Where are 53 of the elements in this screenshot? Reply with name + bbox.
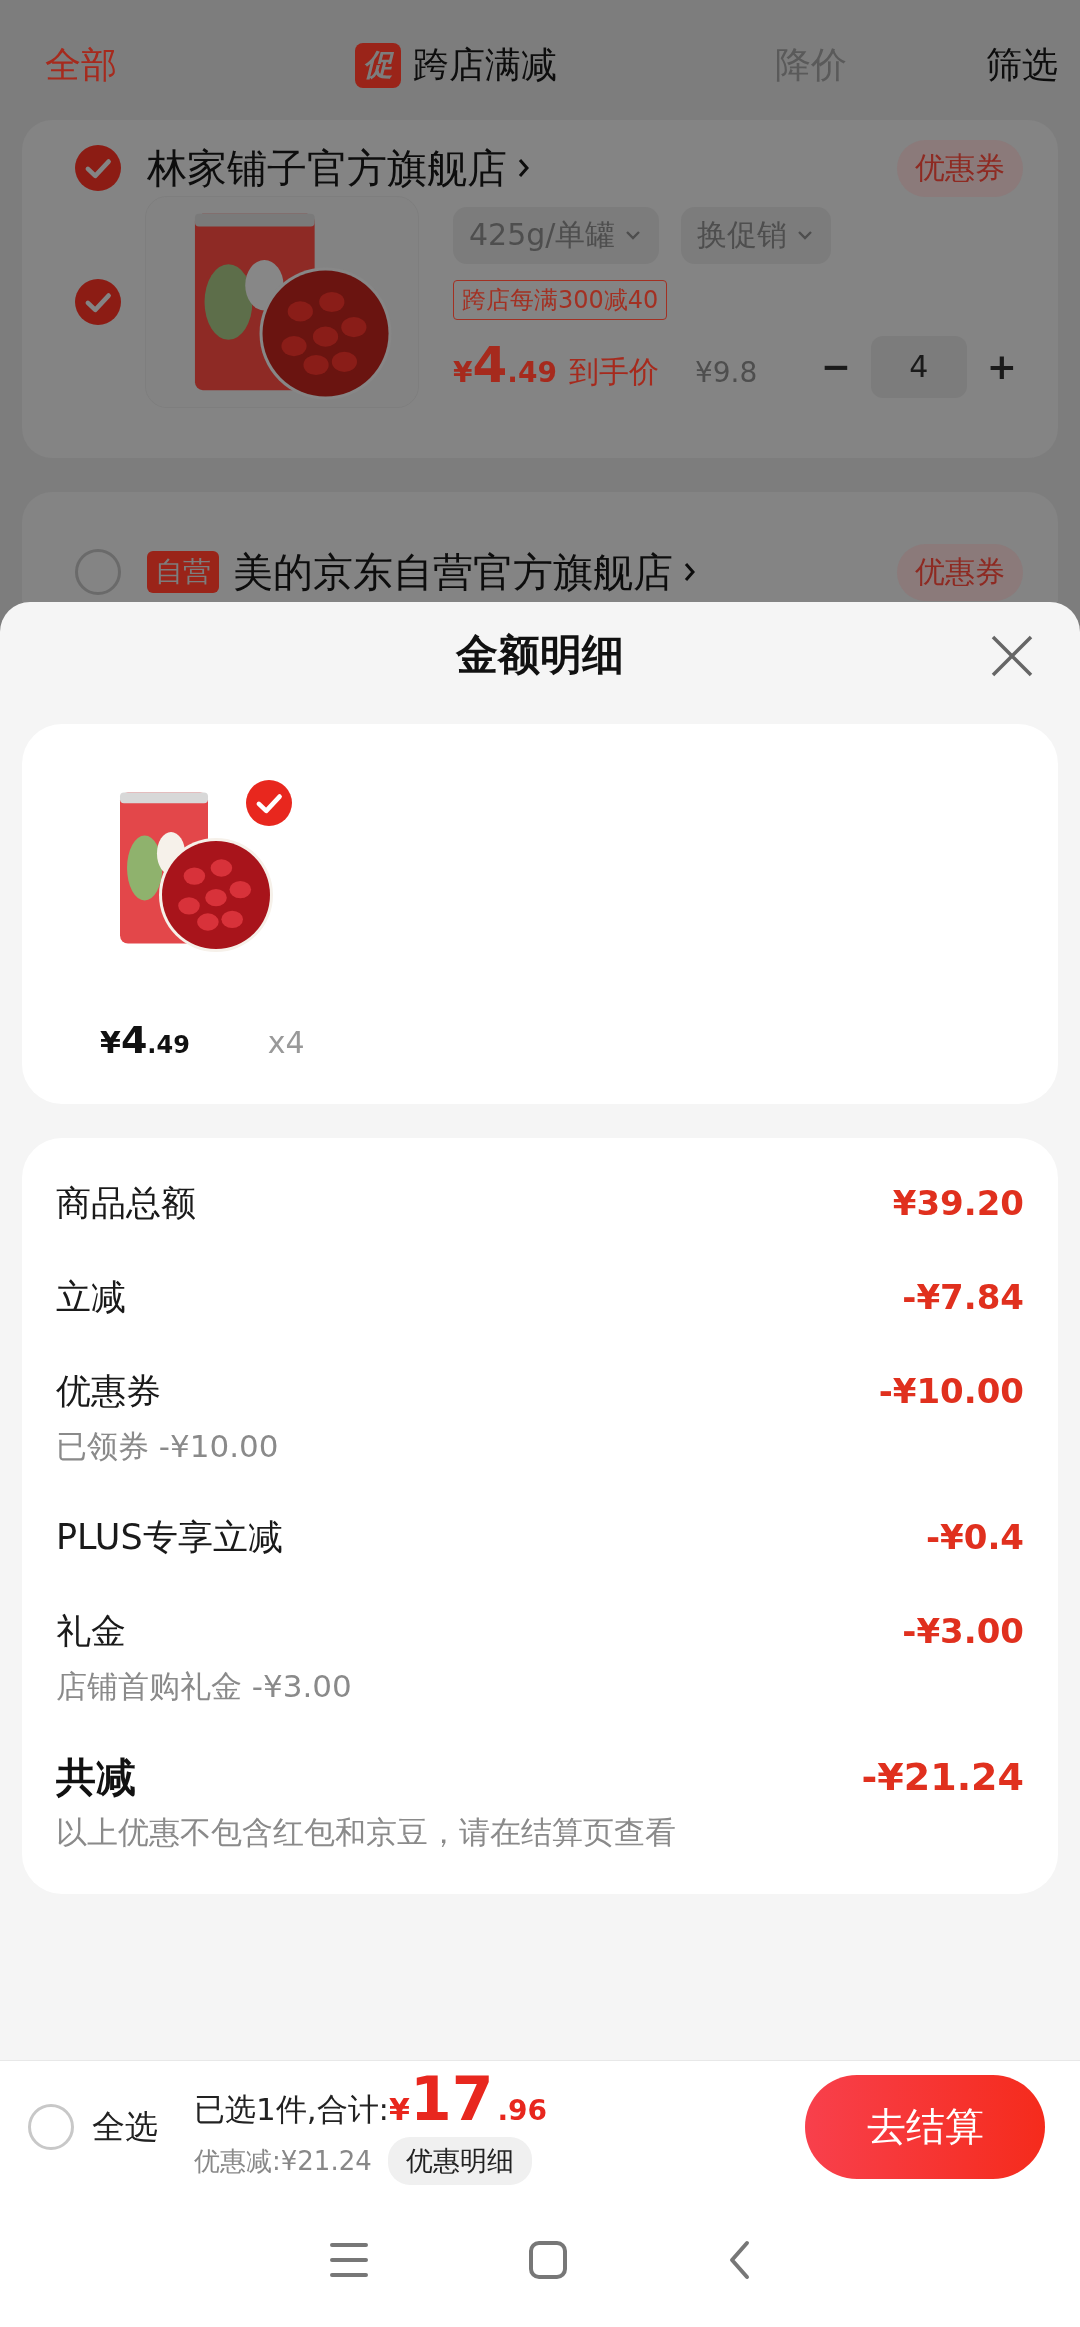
promo-badge: 促 [355, 42, 401, 88]
line-note: 店铺首购礼金 -¥3.00 [56, 1667, 353, 1706]
checkbox[interactable] [75, 279, 121, 325]
filter-button[interactable]: 筛选 [986, 40, 1058, 90]
checkbox[interactable] [75, 549, 121, 595]
line-amount: -¥0.4 [926, 1517, 1024, 1557]
line-label: PLUS专享立减 [56, 1515, 283, 1559]
price-decimal: .49 [147, 1031, 190, 1059]
line-label: 立减 [56, 1275, 126, 1319]
store-badge: 自营 [147, 551, 219, 593]
line-amount: ¥39.20 [892, 1183, 1024, 1223]
line-note: 已领券 -¥10.00 [56, 1427, 280, 1466]
minus-button[interactable]: − [814, 346, 857, 387]
chevron-icon [517, 157, 531, 179]
price: 4 [120, 1018, 148, 1062]
discount-text: 优惠减:¥21.24 [194, 2144, 372, 2178]
total-price: 17 [409, 2069, 494, 2129]
checkbox[interactable] [28, 2104, 74, 2150]
line-label: 商品总额 [56, 1181, 196, 1225]
line-label: 优惠券 [56, 1369, 161, 1413]
line-amount: -¥21.24 [861, 1755, 1024, 1799]
quantity: x4 [267, 1025, 305, 1060]
sheet-title: 金额明细 [456, 629, 624, 681]
checkbox[interactable] [246, 780, 292, 826]
price: 4 [472, 335, 508, 394]
tab-label: 跨店满减 [413, 42, 557, 87]
plus-button[interactable]: + [980, 346, 1023, 387]
quantity-field[interactable]: 4 [870, 335, 967, 398]
currency-symbol: ¥ [100, 1025, 121, 1060]
discount-detail-button[interactable]: 优惠明细 [387, 2137, 532, 2185]
currency-symbol: ¥ [389, 2092, 410, 2127]
chevron-icon [683, 561, 697, 583]
line-label: 礼金 [56, 1609, 126, 1653]
select-all-label[interactable]: 全选 [92, 2104, 158, 2150]
total-decimal: .96 [497, 2094, 547, 2127]
line-label: 共减 [56, 1752, 136, 1802]
line-amount: -¥7.84 [902, 1277, 1024, 1317]
line-amount: -¥10.00 [878, 1371, 1024, 1411]
price-decimal: .49 [507, 355, 557, 389]
price-note: 到手价 [568, 352, 659, 391]
currency-symbol: ¥ [453, 355, 473, 389]
close-icon[interactable] [990, 634, 1034, 678]
line-amount: -¥3.00 [902, 1611, 1024, 1651]
menu-icon[interactable] [329, 2241, 370, 2279]
summary-label: 已选1件,合计: [194, 2090, 390, 2129]
promo-tag: 跨店每满300减40 [453, 279, 668, 320]
store-name[interactable]: 林家铺子官方旗舰店 [147, 140, 507, 196]
store-name[interactable]: 美的京东自营官方旗舰店 [233, 544, 673, 600]
checkout-button[interactable]: 去结算 [805, 2075, 1045, 2179]
tab[interactable]: 促 跨店满减 [355, 40, 775, 90]
checkbox[interactable] [75, 145, 121, 191]
home-icon[interactable] [528, 2240, 568, 2280]
line-note: 以上优惠不包含红包和京豆，请在结算页查看 [56, 1813, 677, 1852]
